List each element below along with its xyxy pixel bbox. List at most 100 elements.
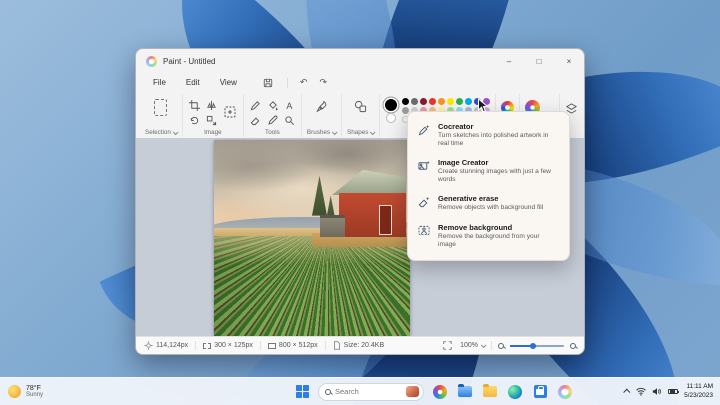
canvas-image-farm-painting[interactable] [214,140,410,336]
zoom-out-icon[interactable] [498,342,504,349]
window-title: Paint - Untitled [163,56,216,66]
menu-view[interactable]: View [211,76,246,89]
brushes-group[interactable]: Brushes [300,94,341,137]
title-bar[interactable]: Paint - Untitled – □ × [136,49,584,73]
search-highlight-icon[interactable] [406,386,419,397]
paint-icon [558,384,572,399]
microsoft-store-icon [533,385,547,398]
taskbar-app-file-explorer[interactable] [456,381,474,403]
shapes-group[interactable]: Shapes [341,94,379,137]
taskbar-search-box[interactable] [318,382,424,401]
brush-icon[interactable] [315,100,328,113]
painting-shed [319,215,346,237]
redo-icon[interactable]: ↷ [319,77,327,88]
taskbar-app-paint[interactable] [556,381,574,405]
pencil-icon[interactable] [249,99,262,112]
divider [491,341,492,350]
magnifier-icon[interactable] [283,114,296,127]
color1-swatch[interactable] [385,98,398,111]
mouse-cursor [478,98,489,113]
palette-swatch[interactable] [465,98,473,105]
brushes-label: Brushes [306,129,331,136]
maximize-button[interactable]: □ [524,49,554,73]
selection-icon [203,342,212,349]
zoom-slider-thumb[interactable] [530,342,536,349]
file-explorer-icon [458,384,472,397]
divider [259,341,261,350]
menu-item-image-creator[interactable]: Image Creator Create stunning images wit… [408,153,569,189]
menu-edit[interactable]: Edit [177,76,209,89]
palette-swatch[interactable] [447,98,455,105]
copilot-icon [433,384,447,399]
tray-clock[interactable]: 11:11 AM 5/23/2023 [684,383,713,399]
tray-chevron-up-icon[interactable] [623,388,631,396]
color-picker-icon[interactable] [266,114,279,127]
painting-barn-door [378,205,393,236]
selection-tool-icon[interactable] [154,99,168,116]
fill-bucket-icon[interactable] [266,99,279,112]
weather-widget[interactable]: 78°F Sunny [8,385,43,398]
crosshair-icon [144,341,153,350]
menu-file[interactable]: File [144,76,175,89]
palette-swatch[interactable] [438,98,446,105]
divider [195,341,197,350]
canvas-size-icon [267,342,276,349]
taskbar-app-edge[interactable] [506,381,524,403]
palette-swatch[interactable] [402,98,410,105]
start-button[interactable] [293,381,311,403]
chevron-down-icon [331,128,338,135]
sun-icon [8,385,21,398]
painting-barn [339,193,407,237]
divider [286,77,288,88]
crop-icon[interactable] [188,99,201,112]
selection-size-status: 300 × 125px [203,342,253,349]
menu-item-cocreator[interactable]: Cocreator Turn sketches into polished ar… [408,117,569,153]
wifi-icon[interactable] [636,387,646,396]
tools-group: A Tools [242,94,301,137]
taskbar-app-store[interactable] [531,381,549,403]
zoom-slider[interactable] [510,342,564,349]
minimize-button[interactable]: – [494,49,524,73]
resize-icon[interactable] [223,104,238,119]
palette-swatch[interactable] [429,98,437,105]
menu-item-remove-background[interactable]: Remove background Remove the background … [408,218,569,254]
palette-swatch[interactable] [420,98,428,105]
fit-to-window-icon[interactable] [441,339,454,352]
zoom-level-dropdown[interactable]: 100% [460,341,487,349]
shapes-icon[interactable] [354,100,367,113]
flip-icon[interactable] [205,99,218,112]
image-group: Image [181,94,243,137]
palette-swatch[interactable] [411,98,419,105]
taskbar-app-copilot[interactable] [431,381,449,403]
painting-crop-rows [214,236,410,336]
tray-time: 11:11 AM [686,383,714,391]
palette-swatch[interactable] [456,98,464,105]
text-tool-icon[interactable]: A [283,99,296,112]
color2-swatch[interactable] [386,112,397,123]
taskbar: 78°F Sunny Search 11:11 AM 5/23/2023 [0,377,720,405]
cursor-position-status: 114,124px [144,341,188,350]
paint-app-icon [146,55,157,67]
stretch-icon[interactable] [205,114,218,127]
search-input[interactable] [335,387,402,396]
canvas-size-status: 800 × 512px [267,342,318,349]
taskbar-app-folder[interactable] [481,381,499,403]
selection-label: Selection [145,129,171,136]
pen-sparkle-icon [418,123,430,141]
copilot-dropdown-menu: Cocreator Turn sketches into polished ar… [407,111,570,261]
remove-background-icon [418,224,430,242]
selection-group[interactable]: Selection [140,94,182,137]
divider [324,341,326,350]
menu-item-generative-erase[interactable]: Generative erase Remove objects with bac… [408,189,569,218]
battery-icon[interactable] [668,388,680,395]
save-icon[interactable] [262,76,275,89]
file-icon [333,341,340,350]
windows-logo-icon [295,385,309,398]
volume-icon[interactable] [652,387,662,396]
desktop: Paint - Untitled – □ × File Edit View ↶ … [0,0,720,405]
close-button[interactable]: × [554,49,584,73]
undo-icon[interactable]: ↶ [300,77,308,88]
zoom-in-icon[interactable] [570,342,576,349]
rotate-icon[interactable] [188,114,201,127]
eraser-icon[interactable] [249,114,262,127]
